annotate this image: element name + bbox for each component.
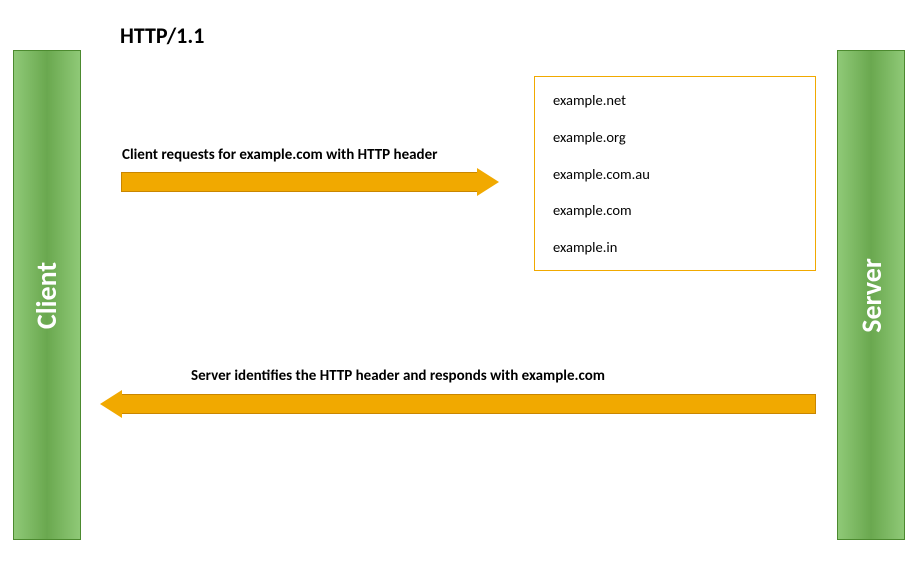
- request-arrow: [121, 168, 501, 196]
- server-pillar: Server: [837, 50, 905, 540]
- request-arrow-head-icon: [477, 168, 499, 196]
- request-arrow-body: [121, 172, 477, 192]
- client-pillar: Client: [13, 50, 81, 540]
- host-item: example.in: [553, 238, 797, 256]
- request-caption: Client requests for example.com with HTT…: [122, 146, 437, 164]
- client-label: Client: [30, 261, 65, 328]
- host-item: example.org: [553, 128, 797, 146]
- host-item: example.com.au: [553, 165, 797, 183]
- response-arrow: [100, 390, 820, 418]
- virtual-hosts-box: example.net example.org example.com.au e…: [534, 76, 816, 271]
- response-caption: Server identifies the HTTP header and re…: [191, 367, 605, 385]
- response-arrow-body: [122, 394, 816, 414]
- server-label: Server: [854, 258, 889, 333]
- host-item: example.net: [553, 91, 797, 109]
- diagram-title: HTTP/1.1: [120, 22, 204, 49]
- host-item: example.com: [553, 201, 797, 219]
- response-arrow-head-icon: [100, 390, 122, 418]
